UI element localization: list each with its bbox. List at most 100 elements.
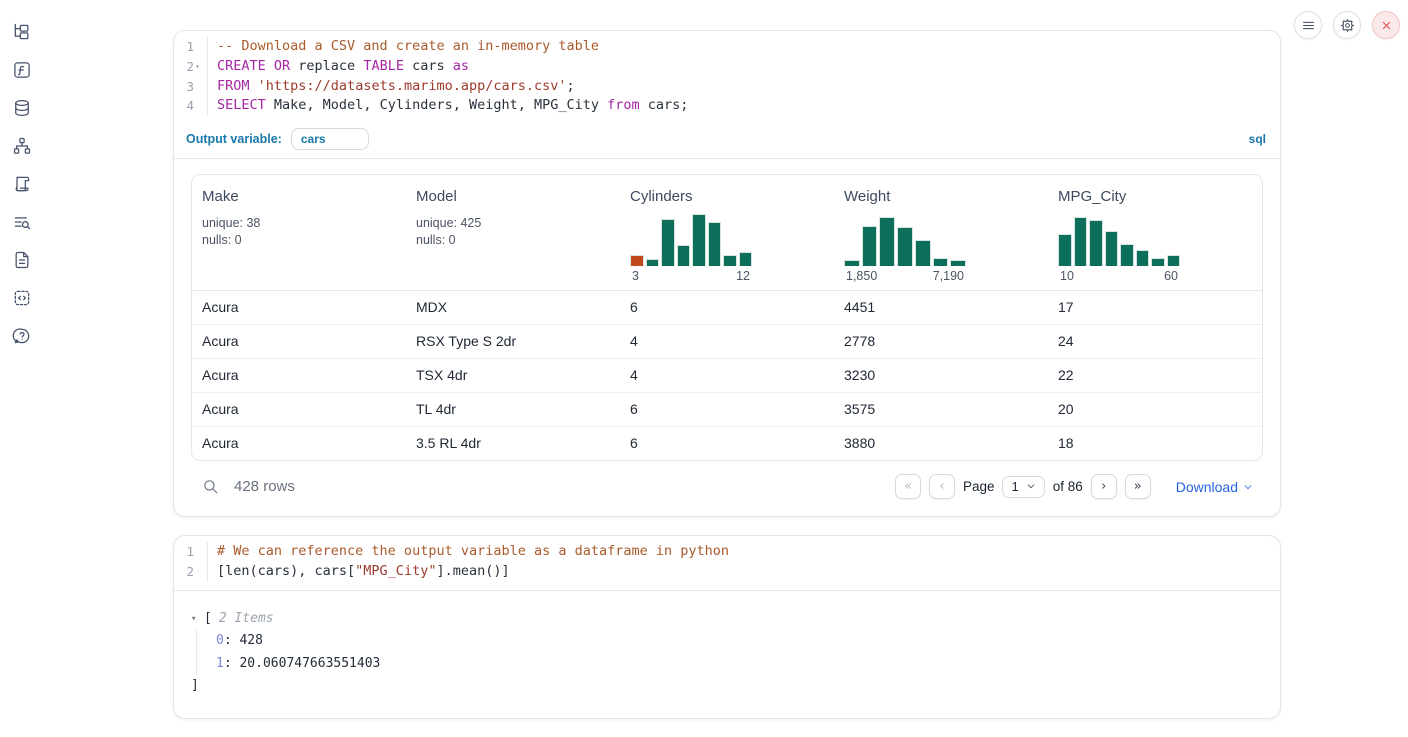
code-token (250, 78, 258, 94)
line-number-gutter: 12 (174, 542, 208, 582)
code-token: [len(cars), cars[ (217, 563, 355, 579)
histogram-bar[interactable] (1167, 255, 1181, 266)
column-header[interactable]: Cylinders312 (620, 186, 834, 290)
chevron-down-icon (1243, 479, 1253, 495)
output-tree-entry: 1: 20.060747663551403 (216, 653, 1263, 676)
menu-icon[interactable] (1294, 11, 1322, 39)
histogram-bar[interactable] (1089, 220, 1103, 266)
table-cell: 20 (1048, 393, 1262, 426)
histogram-bar[interactable] (844, 260, 860, 266)
page-label: Page (963, 479, 995, 494)
close-icon[interactable] (1372, 11, 1400, 39)
column-header[interactable]: Modelunique: 425nulls: 0 (406, 186, 620, 290)
column-name: Weight (844, 188, 1038, 205)
histogram-bar[interactable] (723, 255, 737, 266)
histogram-bar[interactable] (677, 245, 691, 266)
table-cell: 4 (620, 325, 834, 358)
functions-icon[interactable] (10, 58, 33, 81)
code-token: "MPG_City" (355, 563, 436, 579)
file-explorer-icon[interactable] (10, 20, 33, 43)
dependency-graph-icon[interactable] (10, 134, 33, 157)
python-cell-output: ▾ [ 2 Items 0: 4281: 20.060747663551403 … (174, 590, 1280, 718)
histogram-bar[interactable] (915, 240, 931, 266)
column-histogram (844, 214, 966, 266)
output-variable-input[interactable] (291, 128, 369, 150)
settings-icon[interactable] (1333, 11, 1361, 39)
histogram-bar[interactable] (1105, 231, 1119, 266)
scratchpad-icon[interactable] (10, 172, 33, 195)
code-line: CREATE OR replace TABLE cars as (217, 57, 688, 77)
output-tree-body: 0: 4281: 20.060747663551403 (196, 630, 1263, 675)
code-token: SELECT (217, 97, 266, 113)
output-variable-row: Output variable: sql (174, 124, 1280, 159)
prev-page-button[interactable]: ‹ (929, 474, 955, 499)
table-cell: 6 (620, 291, 834, 324)
open-bracket: [ (204, 608, 212, 631)
histogram-bar[interactable] (1120, 244, 1134, 266)
table-cell: 3230 (834, 359, 1048, 392)
histogram-bar[interactable] (1136, 250, 1150, 267)
last-page-button[interactable]: » (1125, 474, 1151, 499)
column-histogram (1058, 214, 1180, 266)
column-name: Model (416, 188, 610, 205)
histogram-bar[interactable] (933, 258, 949, 266)
first-page-button[interactable]: « (895, 474, 921, 499)
table-cell: TSX 4dr (406, 359, 620, 392)
next-page-button[interactable]: › (1091, 474, 1117, 499)
code-token: # We can reference the output variable a… (217, 543, 729, 559)
snippets-icon[interactable] (10, 286, 33, 309)
histogram-bar[interactable] (950, 260, 966, 266)
line-number: 1 (186, 542, 194, 562)
table-row: AcuraTL 4dr6357520 (192, 393, 1262, 427)
table-cell: 17 (1048, 291, 1262, 324)
column-header[interactable]: Makeunique: 38nulls: 0 (192, 186, 406, 290)
table-row: AcuraRSX Type S 2dr4277824 (192, 325, 1262, 359)
pagination: « ‹ Page 1 of 86 › » Download (895, 474, 1259, 499)
page-select[interactable]: 1 (1002, 476, 1044, 498)
output-variable-label: Output variable: (186, 132, 282, 146)
entry-value: : 428 (224, 633, 263, 648)
histogram-bar[interactable] (692, 214, 706, 266)
column-header[interactable]: MPG_City1060 (1048, 186, 1262, 290)
histogram-bar[interactable] (708, 222, 722, 266)
code-token: TABLE (363, 58, 404, 74)
histogram-bar[interactable] (630, 255, 644, 266)
help-icon[interactable] (10, 324, 33, 347)
histogram-bar[interactable] (879, 217, 895, 266)
datasources-icon[interactable] (10, 96, 33, 119)
histogram-bar[interactable] (1074, 217, 1088, 266)
download-label: Download (1176, 479, 1238, 495)
histogram-bar[interactable] (739, 252, 753, 267)
histogram-bar[interactable] (897, 227, 913, 267)
histogram-bar[interactable] (862, 226, 878, 267)
documentation-icon[interactable] (10, 248, 33, 271)
search-icon[interactable] (202, 478, 219, 495)
page-select-value: 1 (1011, 479, 1018, 494)
histogram-bar[interactable] (1058, 234, 1072, 266)
column-histogram (630, 214, 752, 266)
code-line: -- Download a CSV and create an in-memor… (217, 37, 688, 57)
histogram-bar[interactable] (661, 219, 675, 266)
fold-chevron-icon[interactable]: ▾ (195, 57, 204, 77)
table-cell: RSX Type S 2dr (406, 325, 620, 358)
histogram-bar[interactable] (646, 259, 660, 266)
column-header[interactable]: Weight1,8507,190 (834, 186, 1048, 290)
table-cell: Acura (192, 427, 406, 460)
language-badge[interactable]: sql (1249, 132, 1266, 146)
entry-index: 1 (216, 656, 224, 671)
notebook: 12▾34-- Download a CSV and create an in-… (173, 30, 1281, 737)
code-line: FROM 'https://datasets.marimo.app/cars.c… (217, 77, 688, 97)
table-cell: Acura (192, 359, 406, 392)
line-number: 3 (186, 77, 194, 97)
table-cell: TL 4dr (406, 393, 620, 426)
collapse-chevron-icon[interactable]: ▾ (191, 608, 204, 631)
logs-icon[interactable] (10, 210, 33, 233)
python-code-editor[interactable]: 12 # We can reference the output variable… (174, 536, 1280, 590)
download-button[interactable]: Download (1176, 479, 1253, 495)
table-cell: 24 (1048, 325, 1262, 358)
output-tree: ▾ [ 2 Items 0: 4281: 20.060747663551403 … (191, 608, 1263, 698)
table-header: Makeunique: 38nulls: 0Modelunique: 425nu… (192, 175, 1262, 291)
sql-code-editor[interactable]: 12▾34-- Download a CSV and create an in-… (174, 31, 1280, 124)
table-cell: Acura (192, 393, 406, 426)
histogram-bar[interactable] (1151, 258, 1165, 266)
